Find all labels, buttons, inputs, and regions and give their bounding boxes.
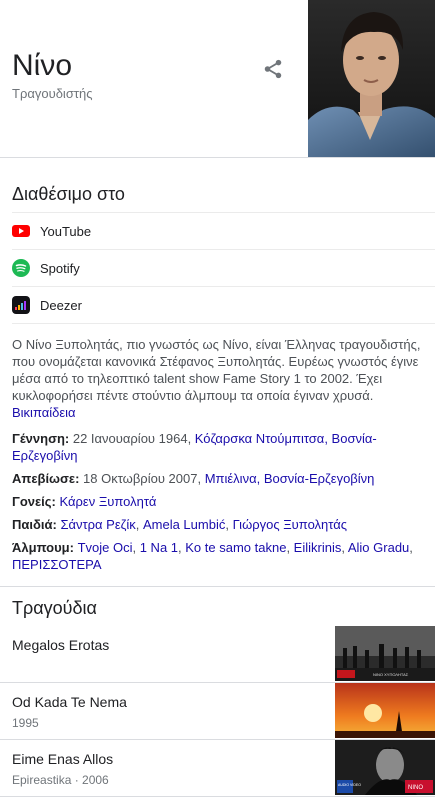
available-divider [12,323,435,324]
song-title: Megalos Erotas [12,637,110,653]
entity-portrait-image[interactable] [308,0,435,157]
thumb-text: AUDIO VIDEO [338,783,361,787]
song-meta: Epireastika · 2006 [12,773,109,787]
description-source-link[interactable]: Βικιπαίδεια [12,405,76,420]
deezer-icon [12,296,30,314]
deathplace-link[interactable]: Μπιέλινα, Βοσνία-Ερζεγοβίνη [205,471,375,486]
fact-birth: Γέννηση: 22 Ιανουαρίου 1964, Κόζαρσκα Ντ… [12,430,430,464]
fact-label: Άλμπουμ: [12,540,74,555]
fact-death: Απεβίωσε: 18 Οκτωβρίου 2007, Μπιέλινα, Β… [12,470,430,487]
song-row[interactable]: Eime Enas Allos Epireastika · 2006 ΝΙΝΟ … [0,740,435,797]
songs-heading: Τραγούδια [12,598,97,618]
album-link[interactable]: Eilikrinis [294,540,342,555]
song-thumbnail[interactable]: ΝΙΝΟ AUDIO VIDEO [335,740,435,795]
song-row[interactable]: Megalos Erotas ΝΙΝΟ ΧΥΠΟΛΗΤΑΣ [0,626,435,683]
song-meta: 1995 [12,716,39,730]
song-thumbnail[interactable]: ΝΙΝΟ ΧΥΠΟΛΗΤΑΣ [335,626,435,681]
available-on-spotify[interactable]: Spotify [12,249,435,286]
songs-list: Megalos Erotas ΝΙΝΟ ΧΥΠΟΛΗΤΑΣ Od Kada Te… [0,626,435,797]
fact-value: 22 Ιανουαρίου 1964, [69,431,195,446]
thumb-text: ΝΙΝΟ [408,785,423,791]
child-link[interactable]: Amela Lumbić [143,517,225,532]
entity-description: Ο Νίνο Ξυπολητάς, πιο γνωστός ως Νίνο, ε… [12,336,430,421]
child-link[interactable]: Σάντρα Ρεζίκ [60,517,135,532]
available-on-label: YouTube [40,223,92,239]
fact-label: Γονείς: [12,494,56,509]
available-on-heading: Διαθέσιμο στο [12,184,125,204]
fact-label: Απεβίωσε: [12,471,80,486]
available-on-label: Spotify [40,260,80,276]
available-on-label: Deezer [40,297,82,313]
fact-label: Παιδιά: [12,517,57,532]
song-thumbnail[interactable] [335,683,435,738]
albums-more-link[interactable]: ΠΕΡΙΣΣΟΤΕΡΑ [12,557,102,572]
fact-children: Παιδιά: Σάντρα Ρεζίκ, Amela Lumbić, Γιώρ… [12,517,348,532]
available-on-list: YouTube Spotify Deezer [12,212,435,323]
fact-parents: Γονείς: Κάρεν Ξυπολητά [12,493,430,510]
album-link[interactable]: 1 Na 1 [140,540,178,555]
spotify-icon [12,259,30,277]
entity-facts: Γέννηση: 22 Ιανουαρίου 1964, Κόζαρσκα Ντ… [12,430,430,579]
child-link[interactable]: Γιώργος Ξυπολητάς [233,517,347,532]
fact-label: Γέννηση: [12,431,70,446]
parent-link[interactable]: Κάρεν Ξυπολητά [59,494,156,509]
available-on-youtube[interactable]: YouTube [12,212,435,249]
entity-title: Νίνο [12,49,73,82]
fact-albums: Άλμπουμ: Tvoje Oci, 1 Na 1, Ko te samo t… [12,540,413,572]
fact-value: 18 Οκτωβρίου 2007, [79,471,205,486]
facts-divider [0,586,435,587]
song-row[interactable]: Od Kada Te Nema 1995 [0,683,435,740]
album-link[interactable]: Ko te samo takne [185,540,286,555]
song-title: Od Kada Te Nema [12,694,127,710]
header-divider [0,157,435,158]
available-on-deezer[interactable]: Deezer [12,286,435,323]
share-icon[interactable] [262,58,284,80]
description-text: Ο Νίνο Ξυπολητάς, πιο γνωστός ως Νίνο, ε… [12,337,421,403]
song-title: Eime Enas Allos [12,751,114,767]
album-link[interactable]: Tvoje Oci [78,540,133,555]
thumb-text: ΝΙΝΟ ΧΥΠΟΛΗΤΑΣ [373,672,409,677]
knowledge-panel-header: Νίνο Τραγουδιστής [0,0,435,157]
album-link[interactable]: Alio Gradu [348,540,409,555]
youtube-icon [12,225,30,237]
entity-subtitle: Τραγουδιστής [12,86,93,101]
